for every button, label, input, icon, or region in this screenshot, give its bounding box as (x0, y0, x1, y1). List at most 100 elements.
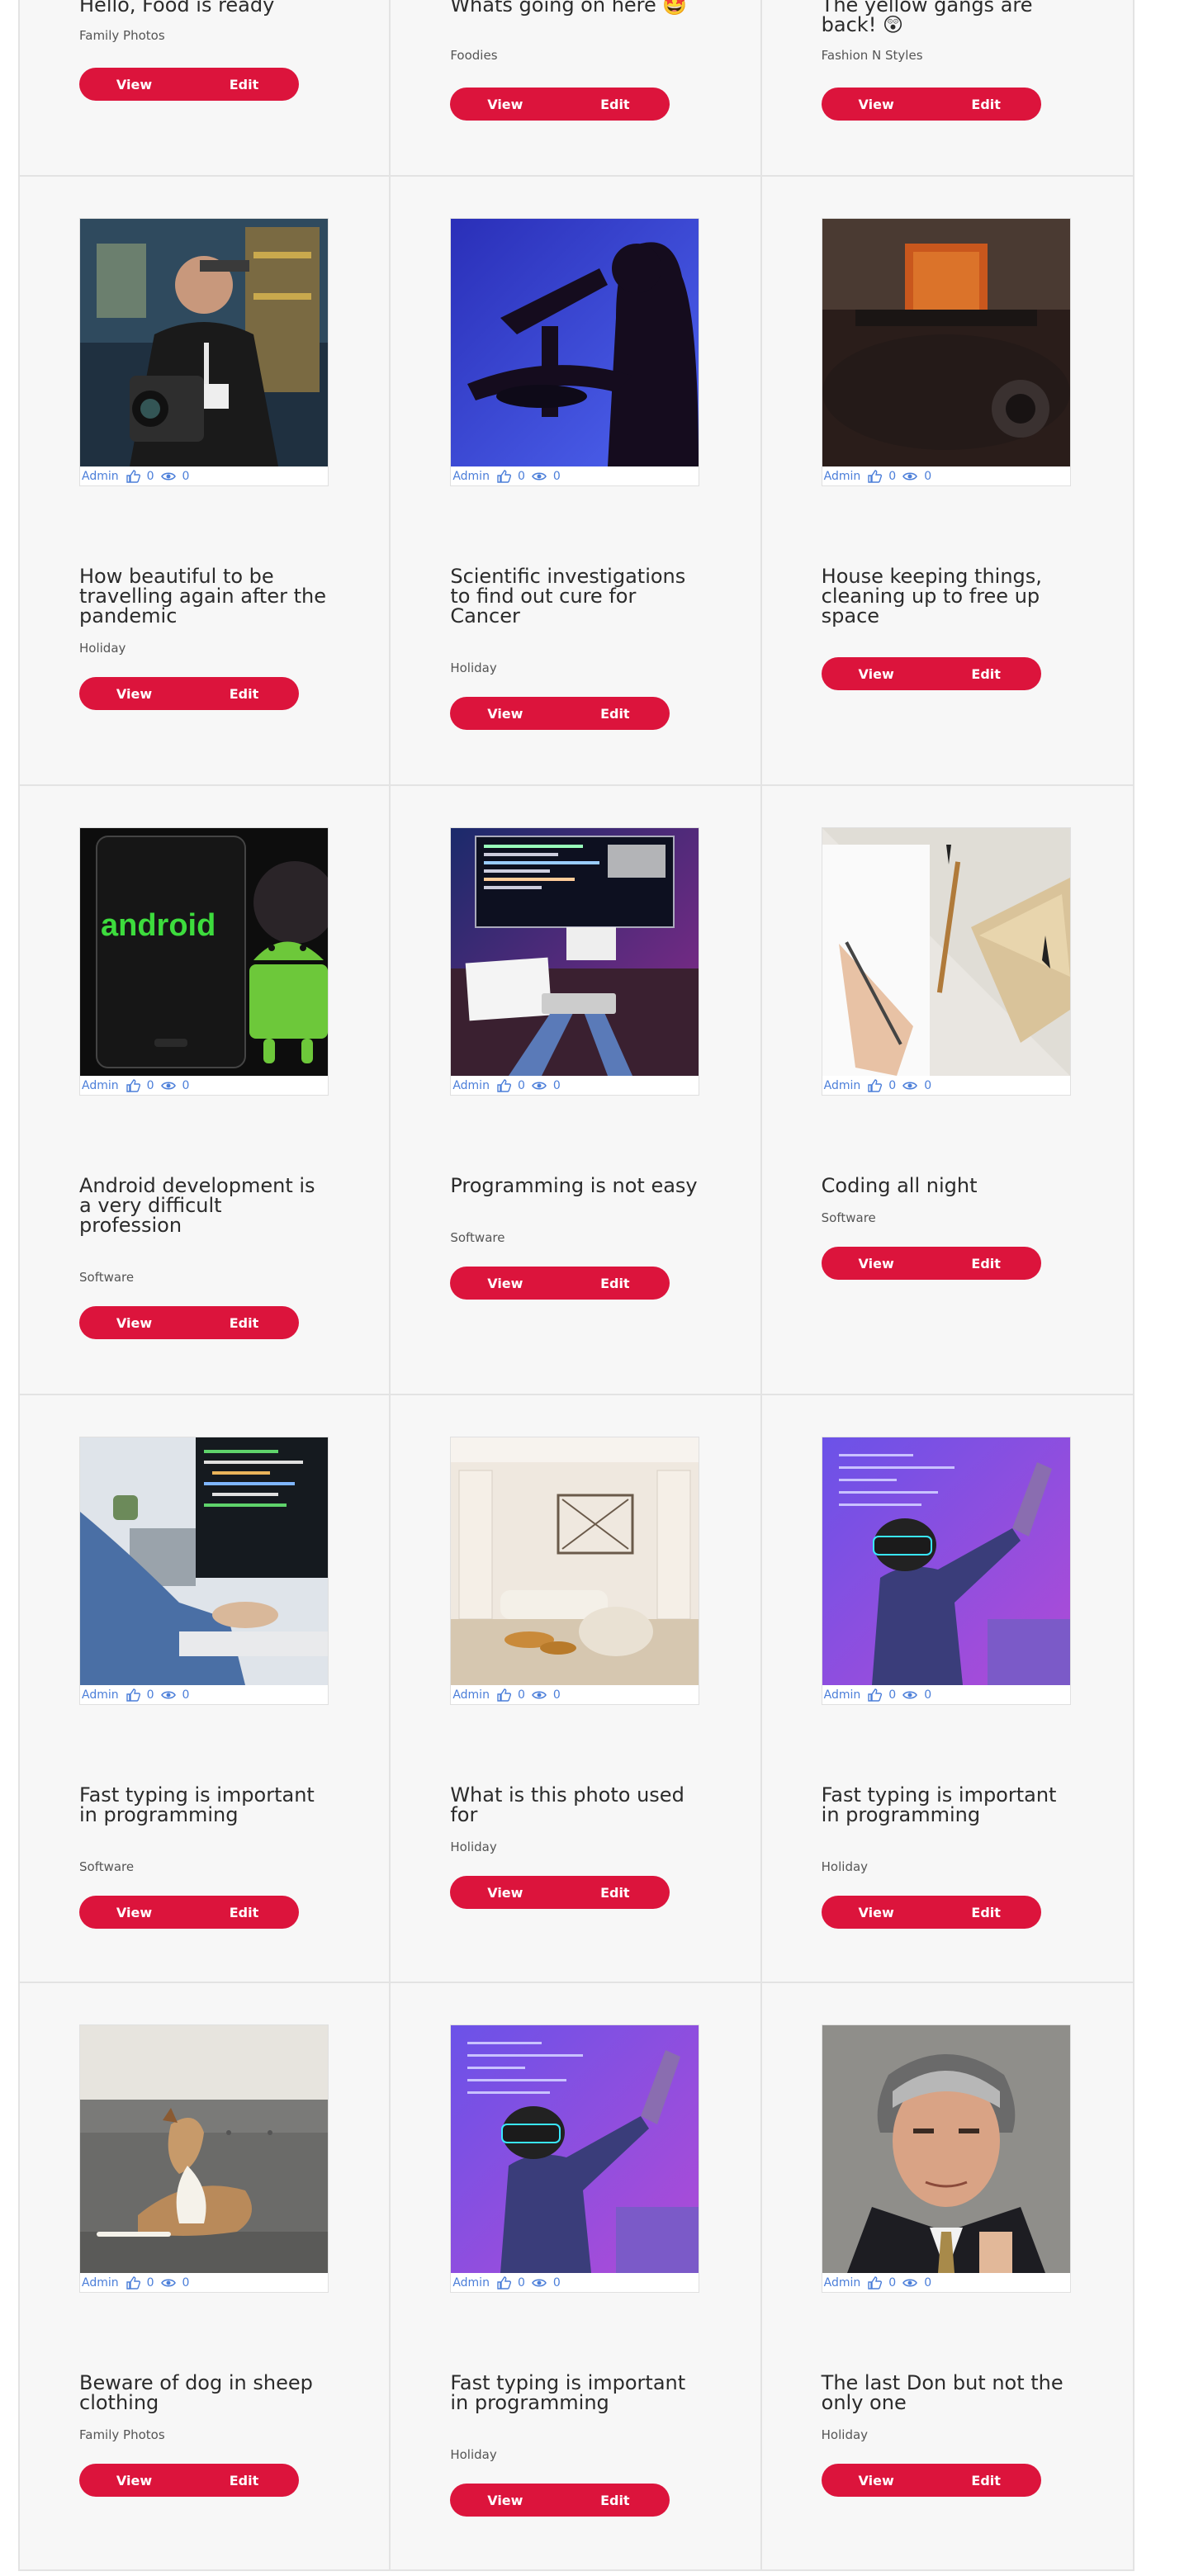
author-link[interactable]: Admin (824, 470, 861, 483)
view-button[interactable]: View (450, 1876, 560, 1909)
author-link[interactable]: Admin (824, 2276, 861, 2290)
view-button[interactable]: View (822, 1247, 931, 1280)
edit-button[interactable]: Edit (189, 2464, 299, 2497)
view-button[interactable]: View (822, 1896, 931, 1929)
author-link[interactable]: Admin (824, 1688, 861, 1702)
edit-button[interactable]: Edit (931, 657, 1041, 690)
author-link[interactable]: Admin (82, 1079, 119, 1092)
author-link[interactable]: Admin (452, 470, 490, 483)
edit-button[interactable]: Edit (189, 1896, 299, 1929)
post-category: Foodies (450, 48, 498, 63)
author-link[interactable]: Admin (452, 1688, 490, 1702)
eye-icon (160, 2279, 176, 2287)
post-thumbnail[interactable]: Admin 0 0 (79, 218, 329, 486)
edit-button[interactable]: Edit (560, 697, 670, 730)
edit-button[interactable]: Edit (560, 1876, 670, 1909)
like-count: 0 (146, 1688, 154, 1702)
post-thumbnail[interactable]: Admin 0 0 (821, 827, 1071, 1096)
view-button[interactable]: View (79, 2464, 189, 2497)
view-button[interactable]: View (450, 1267, 560, 1300)
card-actions: View Edit (821, 2464, 1041, 2497)
edit-button[interactable]: Edit (189, 68, 299, 101)
like-count: 0 (146, 470, 154, 483)
thumbs-up-icon[interactable] (496, 2276, 511, 2290)
edit-button[interactable]: Edit (560, 88, 670, 121)
post-image (451, 828, 699, 1076)
view-button[interactable]: View (822, 88, 931, 121)
post-title: Android development is a very difficult … (79, 1174, 315, 1237)
view-button[interactable]: View (822, 657, 931, 690)
author-link[interactable]: Admin (824, 1079, 861, 1092)
thumbs-up-icon[interactable] (867, 1079, 883, 1092)
author-link[interactable]: Admin (82, 2276, 119, 2290)
post-thumbnail[interactable]: Admin 0 0 (821, 2024, 1071, 2293)
edit-button[interactable]: Edit (189, 1306, 299, 1339)
post-thumbnail[interactable]: Admin 0 0 (450, 827, 700, 1096)
post-image (822, 219, 1070, 466)
thumbs-up-icon[interactable] (867, 470, 883, 483)
post-thumbnail[interactable]: Admin 0 0 (821, 1437, 1071, 1705)
edit-button[interactable]: Edit (560, 1267, 670, 1300)
thumbs-up-icon[interactable] (867, 2276, 883, 2290)
post-thumbnail[interactable]: Admin 0 0 (450, 1437, 700, 1705)
eye-icon (160, 1691, 176, 1699)
view-button[interactable]: View (450, 2484, 560, 2517)
post-title: Programming is not easy (450, 1174, 698, 1197)
thumbs-up-icon[interactable] (496, 1688, 511, 1702)
author-link[interactable]: Admin (82, 470, 119, 483)
view-button[interactable]: View (79, 1306, 189, 1339)
post-thumbnail[interactable]: Admin 0 0 (450, 2024, 700, 2293)
post-thumbnail[interactable]: android Admin 0 0 (79, 827, 329, 1096)
edit-button[interactable]: Edit (931, 88, 1041, 121)
post-category: Holiday (450, 661, 497, 675)
thumbs-up-icon[interactable] (126, 1079, 140, 1092)
eye-icon (531, 2279, 547, 2287)
post-title: Scientific investigations to find out cu… (450, 565, 686, 627)
view-count: 0 (182, 470, 190, 483)
thumbs-up-icon[interactable] (126, 1688, 140, 1702)
view-button[interactable]: View (79, 1896, 189, 1929)
post-image (80, 1437, 328, 1685)
edit-button[interactable]: Edit (931, 1247, 1041, 1280)
view-button[interactable]: View (79, 68, 189, 101)
view-count: 0 (182, 1688, 190, 1702)
view-count: 0 (924, 2276, 932, 2290)
post-thumbnail[interactable]: Admin 0 0 (821, 218, 1071, 486)
eye-icon (160, 472, 176, 481)
post-card: Admin 0 0 What is this photo used for Ho… (391, 1395, 762, 1982)
view-button[interactable]: View (450, 697, 560, 730)
post-meta: Admin 0 0 (451, 1685, 699, 1705)
post-thumbnail[interactable]: Admin 0 0 (450, 218, 700, 486)
like-count: 0 (888, 470, 897, 483)
author-link[interactable]: Admin (452, 2276, 490, 2290)
card-row: android Admin 0 0 Android development is… (20, 786, 1133, 1395)
thumbs-up-icon[interactable] (496, 470, 511, 483)
view-button[interactable]: View (450, 88, 560, 121)
edit-button[interactable]: Edit (560, 2484, 670, 2517)
edit-button[interactable]: Edit (189, 677, 299, 710)
view-button[interactable]: View (79, 677, 189, 710)
post-card: Admin 0 0 Beware of dog in sheep clothin… (20, 1983, 391, 2569)
thumbs-up-icon[interactable] (867, 1688, 883, 1702)
view-button[interactable]: View (822, 2464, 931, 2497)
thumbs-up-icon[interactable] (126, 470, 140, 483)
author-link[interactable]: Admin (82, 1688, 119, 1702)
post-image (451, 219, 699, 466)
post-thumbnail[interactable]: Admin 0 0 (79, 2024, 329, 2293)
like-count: 0 (517, 1079, 525, 1092)
post-meta: Admin 0 0 (80, 1685, 328, 1705)
like-count: 0 (888, 2276, 897, 2290)
view-count: 0 (552, 2276, 561, 2290)
thumbs-up-icon[interactable] (496, 1079, 511, 1092)
post-thumbnail[interactable]: Admin 0 0 (79, 1437, 329, 1705)
post-image (451, 2025, 699, 2273)
author-link[interactable]: Admin (452, 1079, 490, 1092)
card-actions: View Edit (79, 2464, 299, 2497)
edit-button[interactable]: Edit (931, 2464, 1041, 2497)
android-logo-text: android (101, 908, 216, 943)
like-count: 0 (146, 2276, 154, 2290)
thumbs-up-icon[interactable] (126, 2276, 140, 2290)
edit-button[interactable]: Edit (931, 1896, 1041, 1929)
post-category: Holiday (79, 641, 126, 656)
view-count: 0 (924, 1688, 932, 1702)
